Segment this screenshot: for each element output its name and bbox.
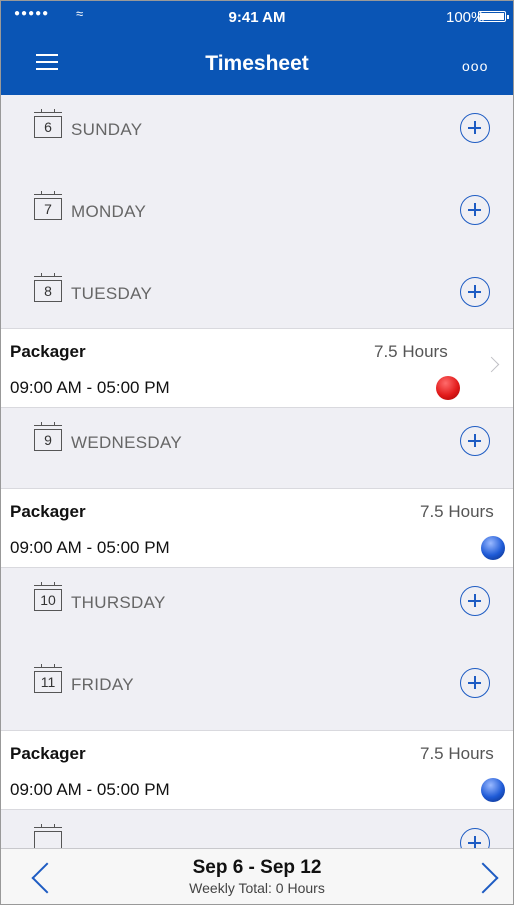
status-dot-blue-icon	[481, 778, 505, 802]
day-label: THURSDAY	[71, 593, 166, 612]
day-row-saturday-partial	[0, 810, 514, 848]
add-entry-icon[interactable]	[460, 113, 490, 143]
status-dot-red-icon	[436, 376, 460, 400]
entry-row-wednesday[interactable]: Packager 7.5 Hours 09:00 AM - 05:00 PM	[0, 488, 514, 568]
day-label: MONDAY	[71, 202, 147, 221]
battery-icon	[478, 11, 509, 22]
calendar-icon: 7	[34, 191, 62, 220]
add-entry-icon[interactable]	[460, 586, 490, 616]
entry-time: 09:00 AM - 05:00 PM	[10, 780, 170, 799]
week-navigation-bar: Sep 6 - Sep 12 Weekly Total: 0 Hours	[0, 848, 514, 905]
nav-bar: Timesheet ooo	[0, 32, 514, 95]
entry-time: 09:00 AM - 05:00 PM	[10, 538, 170, 557]
calendar-icon: 6	[34, 109, 62, 138]
entry-row-friday[interactable]: Packager 7.5 Hours 09:00 AM - 05:00 PM	[0, 730, 514, 810]
calendar-icon: 10	[34, 582, 62, 611]
status-bar: ●●●●● ≈ 9:41 AM 100%	[0, 0, 514, 32]
calendar-icon: 9	[34, 422, 62, 451]
add-entry-icon[interactable]	[460, 195, 490, 225]
add-entry-icon[interactable]	[460, 277, 490, 307]
day-row-tuesday: 8 TUESDAY	[0, 259, 514, 328]
calendar-icon: 8	[34, 273, 62, 302]
day-label: TUESDAY	[71, 284, 153, 303]
week-range: Sep 6 - Sep 12	[192, 857, 322, 878]
entry-hours: 7.5 Hours	[420, 502, 494, 521]
calendar-icon	[34, 824, 62, 848]
status-dot-blue-icon	[481, 536, 505, 560]
day-row-monday: 7 MONDAY	[0, 177, 514, 259]
day-label: SUNDAY	[71, 120, 143, 139]
weekly-total: Weekly Total: 0 Hours	[189, 880, 325, 896]
add-entry-icon[interactable]	[460, 668, 490, 698]
chevron-right-icon	[483, 356, 500, 373]
entry-title: Packager	[10, 342, 86, 361]
day-label: FRIDAY	[71, 675, 134, 694]
day-row-thursday: 10 THURSDAY	[0, 568, 514, 650]
entry-row-tuesday[interactable]: Packager 7.5 Hours 09:00 AM - 05:00 PM	[0, 328, 514, 408]
timesheet-list[interactable]: 6 SUNDAY 7 MONDAY 8 TUESDAY Packager 7.5…	[0, 95, 514, 848]
entry-title: Packager	[10, 744, 86, 763]
page-title: Timesheet	[205, 52, 309, 75]
status-time: 9:41 AM	[228, 9, 286, 26]
entry-title: Packager	[10, 502, 86, 521]
entry-hours: 7.5 Hours	[374, 342, 448, 361]
top-bar: ●●●●● ≈ 9:41 AM 100% Timesheet ooo	[0, 0, 514, 95]
entry-hours: 7.5 Hours	[420, 744, 494, 763]
more-options-icon[interactable]: ooo	[462, 58, 488, 74]
add-entry-icon[interactable]	[460, 426, 490, 456]
day-row-friday: 11 FRIDAY	[0, 650, 514, 730]
day-label: WEDNESDAY	[71, 433, 183, 452]
entry-time: 09:00 AM - 05:00 PM	[10, 378, 170, 397]
day-row-wednesday: 9 WEDNESDAY	[0, 408, 514, 488]
day-row-sunday: 6 SUNDAY	[0, 95, 514, 177]
add-entry-icon[interactable]	[460, 828, 490, 848]
calendar-icon: 11	[34, 664, 62, 693]
